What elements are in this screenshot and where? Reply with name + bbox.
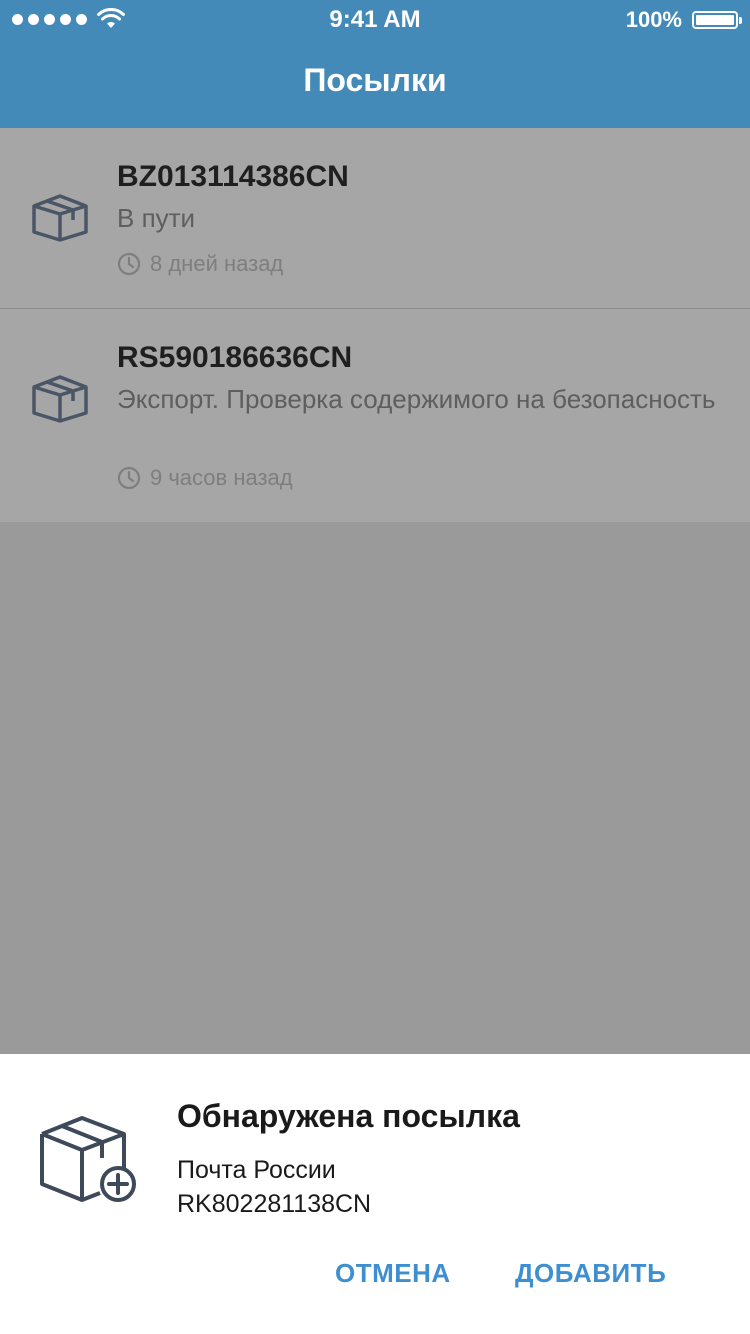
package-box-icon xyxy=(32,194,88,242)
app-header: 9:41 AM 100% Посылки xyxy=(0,0,750,128)
parcel-updated: 8 дней назад xyxy=(117,251,283,277)
parcel-row[interactable]: RS590186636CN Экспорт. Проверка содержим… xyxy=(0,309,750,522)
parcel-track-number: RS590186636CN xyxy=(117,341,353,374)
package-box-icon xyxy=(32,375,88,423)
clock-icon xyxy=(117,252,141,276)
add-button[interactable]: ДОБАВИТЬ xyxy=(515,1258,666,1289)
detected-track-number: RK802281138CN xyxy=(177,1190,372,1218)
parcel-updated-label: 8 дней назад xyxy=(150,251,284,276)
clock-icon xyxy=(117,466,141,490)
parcel-list: BZ013114386CN В пути 8 дней назад RS5901… xyxy=(0,128,750,522)
package-add-icon xyxy=(40,1116,136,1202)
parcel-track-number: BZ013114386CN xyxy=(117,160,349,193)
cancel-button[interactable]: ОТМЕНА xyxy=(335,1258,451,1289)
battery-percentage: 100% xyxy=(625,7,682,32)
parcel-updated-label: 9 часов назад xyxy=(150,465,293,490)
status-bar: 9:41 AM 100% xyxy=(0,0,750,40)
modal-overlay[interactable] xyxy=(0,522,750,1054)
parcel-row[interactable]: BZ013114386CN В пути 8 дней назад xyxy=(0,128,750,309)
detected-parcel-sheet: Обнаружена посылка Почта России RK802281… xyxy=(0,1054,750,1334)
battery-icon xyxy=(692,11,742,29)
parcel-status: В пути xyxy=(117,203,196,233)
page-title: Посылки xyxy=(303,62,447,98)
sheet-title: Обнаружена посылка xyxy=(177,1098,520,1134)
parcel-updated: 9 часов назад xyxy=(117,465,293,491)
carrier-name: Почта России xyxy=(177,1156,336,1184)
parcel-status: Экспорт. Проверка содержимого на безопас… xyxy=(117,384,716,414)
